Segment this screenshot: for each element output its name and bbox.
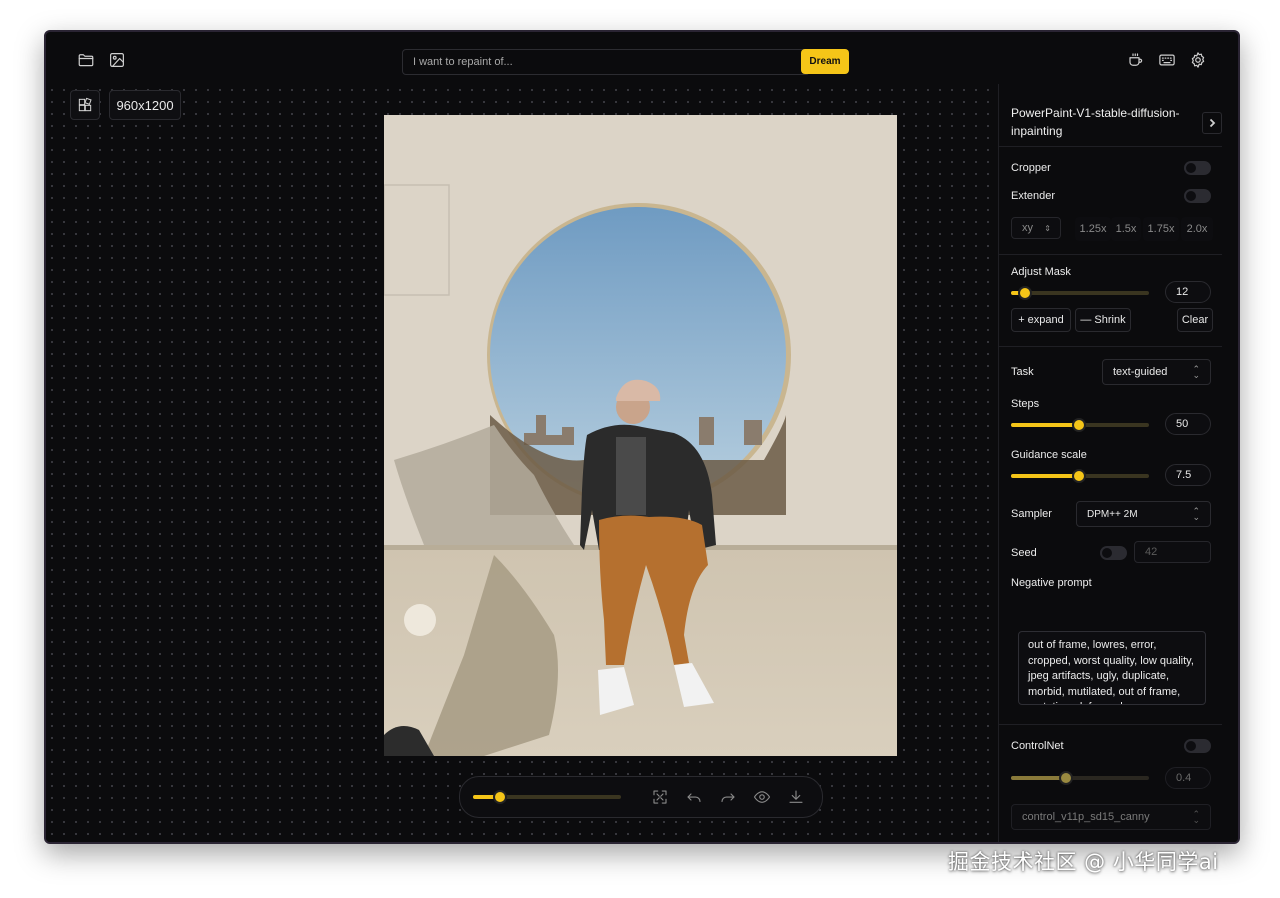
prompt-input[interactable] — [402, 49, 810, 75]
seed-toggle[interactable] — [1100, 546, 1127, 560]
canvas-area[interactable]: 960x1200 — [46, 84, 998, 842]
adjust-mask-input[interactable]: 12 — [1165, 281, 1211, 303]
updown-chevron-icon: ⌃ ⌄ — [1192, 364, 1200, 380]
controlnet-model-select[interactable]: control_v11p_sd15_canny ⌃ ⌄ — [1011, 804, 1211, 830]
settings-panel: PowerPaint-V1-stable-diffusion-inpaintin… — [998, 84, 1238, 842]
zoom-slider[interactable] — [473, 790, 621, 804]
steps-slider-thumb[interactable] — [1071, 418, 1086, 432]
cropper-toggle[interactable] — [1184, 161, 1211, 175]
controlnet-weight-slider[interactable] — [1011, 771, 1149, 785]
fit-screen-icon[interactable] — [651, 788, 669, 806]
extender-scale-button[interactable]: 2.0x — [1181, 217, 1213, 241]
guidance-scale-slider-fill — [1011, 474, 1079, 478]
sampler-label: Sampler — [1011, 508, 1052, 520]
controlnet-model-value: control_v11p_sd15_canny — [1022, 811, 1150, 823]
zoom-slider-thumb[interactable] — [492, 790, 507, 804]
image-icon[interactable] — [103, 46, 131, 74]
guidance-scale-slider-thumb[interactable] — [1071, 469, 1086, 483]
extender-direction: xy — [1022, 222, 1033, 234]
undo-icon[interactable] — [685, 788, 703, 806]
model-name: PowerPaint-V1-stable-diffusion-inpaintin… — [1011, 106, 1180, 138]
controlnet-weight-input[interactable]: 0.4 — [1165, 767, 1211, 789]
guidance-scale-input[interactable]: 7.5 — [1165, 464, 1211, 486]
model-select-button[interactable] — [1202, 112, 1222, 134]
image-dimensions-badge: 960x1200 — [109, 90, 181, 120]
seed-input[interactable]: 42 — [1134, 541, 1211, 563]
updown-chevron-icon: ⌃ ⌄ — [1192, 506, 1200, 522]
task-select[interactable]: text-guided ⌃ ⌄ — [1102, 359, 1211, 385]
guidance-scale-slider[interactable] — [1011, 469, 1149, 483]
seed-label: Seed — [1011, 547, 1037, 559]
negative-prompt-textarea[interactable]: out of frame, lowres, error, cropped, wo… — [1018, 631, 1206, 705]
image-dimensions: 960x1200 — [116, 97, 174, 113]
clear-button[interactable]: Clear — [1177, 308, 1213, 332]
keyboard-icon[interactable] — [1153, 46, 1181, 74]
controlnet-label: ControlNet — [1011, 740, 1064, 752]
download-icon[interactable] — [787, 788, 805, 806]
canvas-image[interactable] — [384, 115, 897, 756]
adjust-mask-label: Adjust Mask — [1011, 266, 1071, 278]
extender-direction-select[interactable]: xy ⇕ — [1011, 217, 1061, 239]
folder-icon[interactable] — [72, 46, 100, 74]
app-window: Dream 960x1200 — [44, 30, 1240, 844]
guidance-scale-label: Guidance scale — [1011, 449, 1087, 461]
bottom-toolbar — [459, 776, 823, 818]
extender-scale-button[interactable]: 1.25x — [1075, 217, 1111, 241]
watermark: 掘金技术社区 @ 小华同学ai — [948, 850, 1219, 874]
controlnet-weight-slider-fill — [1011, 776, 1067, 780]
task-value: text-guided — [1113, 366, 1168, 378]
gear-icon[interactable] — [1184, 46, 1212, 74]
extender-label: Extender — [1011, 190, 1056, 202]
controlnet-toggle[interactable] — [1184, 739, 1211, 753]
coffee-icon[interactable] — [1122, 46, 1150, 74]
top-toolbar: Dream — [46, 32, 1238, 85]
steps-slider[interactable] — [1011, 418, 1149, 432]
dream-button[interactable]: Dream — [801, 49, 849, 74]
extender-scale-button[interactable]: 1.75x — [1143, 217, 1179, 241]
redo-icon[interactable] — [719, 788, 737, 806]
divider — [999, 346, 1222, 347]
divider — [999, 254, 1222, 255]
sampler-select[interactable]: DPM++ 2M ⌃ ⌄ — [1076, 501, 1211, 527]
divider — [999, 724, 1222, 725]
eye-icon[interactable] — [753, 788, 771, 806]
adjust-mask-slider[interactable] — [1011, 286, 1149, 300]
updown-chevron-icon: ⌃ ⌄ — [1192, 809, 1200, 825]
chevron-right-icon — [1209, 118, 1216, 128]
sampler-value: DPM++ 2M — [1087, 508, 1138, 520]
extender-scale-button[interactable]: 1.5x — [1111, 217, 1141, 241]
adjust-mask-slider-thumb[interactable] — [1017, 286, 1032, 300]
updown-chevron-icon: ⇕ — [1044, 223, 1051, 233]
shapes-icon — [78, 97, 92, 112]
cropper-label: Cropper — [1011, 162, 1051, 174]
task-label: Task — [1011, 366, 1034, 378]
steps-slider-fill — [1011, 423, 1079, 427]
shrink-button[interactable]: — Shrink — [1075, 308, 1131, 332]
expand-button[interactable]: + expand — [1011, 308, 1071, 332]
divider — [999, 146, 1222, 147]
steps-input[interactable]: 50 — [1165, 413, 1211, 435]
photo-illustration — [384, 115, 897, 756]
shapes-tool-button[interactable] — [70, 90, 100, 120]
extender-toggle[interactable] — [1184, 189, 1211, 203]
controlnet-weight-slider-thumb[interactable] — [1059, 771, 1074, 785]
negative-prompt-label: Negative prompt — [1011, 577, 1092, 589]
steps-label: Steps — [1011, 398, 1040, 410]
